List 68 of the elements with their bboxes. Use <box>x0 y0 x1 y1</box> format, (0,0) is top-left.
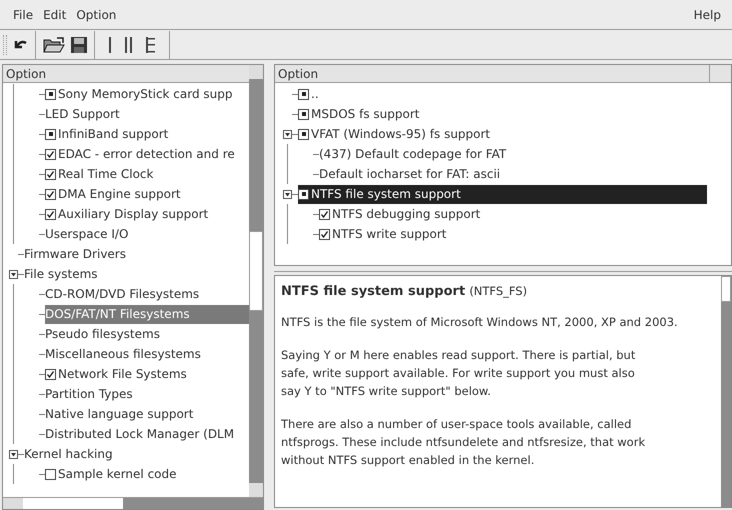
tree-item[interactable]: CD-ROM/DVD Filesystems <box>45 284 208 304</box>
undo-icon <box>13 38 29 52</box>
checked-checkbox-icon[interactable] <box>45 208 56 220</box>
expander-icon[interactable] <box>283 130 292 138</box>
tree-item[interactable]: DMA Engine support <box>45 184 189 204</box>
tree-item[interactable]: LED Support <box>45 104 128 124</box>
module-checkbox-icon[interactable] <box>298 108 309 120</box>
module-checkbox-icon[interactable] <box>298 88 309 100</box>
module-checkbox-icon[interactable] <box>298 128 309 140</box>
tree-item[interactable]: (437) Default codepage for FAT <box>319 144 514 164</box>
menu-item[interactable]: Option <box>71 6 122 24</box>
toolbar-grip-icon <box>3 34 7 54</box>
tree-item[interactable]: VFAT (Windows-95) fs support <box>298 124 498 144</box>
vertical-scrollbar[interactable] <box>249 65 263 497</box>
tree-lines-icon <box>146 36 155 52</box>
tree-item[interactable]: NTFS debugging support <box>319 204 488 224</box>
checked-checkbox-icon[interactable] <box>45 368 56 380</box>
module-checkbox-icon[interactable] <box>298 188 309 200</box>
help-paragraph: NTFS is the file system of Microsoft Windows NT, 2000, XP and 2003. <box>281 314 679 331</box>
tree-item[interactable]: Auxiliary Display support <box>45 204 216 224</box>
double-line-icon <box>125 36 132 52</box>
tree-item[interactable]: Miscellaneous filesystems <box>45 344 209 364</box>
tree-item[interactable]: File systems <box>24 264 106 284</box>
folder-icon <box>43 36 65 52</box>
tree-item[interactable]: Real Time Clock <box>45 164 162 184</box>
tree-item[interactable]: DOS/FAT/NT Filesystems <box>45 304 249 324</box>
tree-item[interactable]: Firmware Drivers <box>24 244 134 264</box>
tree-item[interactable]: .. <box>298 84 327 104</box>
tree-item[interactable]: Distributed Lock Manager (DLM <box>45 424 242 444</box>
tree-item[interactable]: Kernel hacking <box>24 444 121 464</box>
tree-item[interactable]: Native language support <box>45 404 202 424</box>
help-paragraph: There are also a number of user-space tools available, called ntfsprogs. These include ntfsundelete and ntfsresize, that work without NTFS support enabled in the kernel. <box>281 416 646 469</box>
expander-icon[interactable] <box>9 270 18 278</box>
tree-item[interactable]: Network File Systems <box>45 364 195 384</box>
tree-item[interactable]: Default iocharset for FAT: ascii <box>319 164 508 184</box>
checked-checkbox-icon[interactable] <box>319 228 330 240</box>
vertical-scrollbar[interactable] <box>721 276 731 507</box>
menu-item[interactable]: Help <box>690 6 724 24</box>
tree-item[interactable]: Sample kernel code <box>45 464 185 484</box>
tree-item[interactable]: Pseudo filesystems <box>45 324 168 344</box>
save-button[interactable] <box>71 36 87 52</box>
tree-item[interactable]: EDAC - error detection and re <box>45 144 243 164</box>
tree-item[interactable]: InfiniBand support <box>45 124 176 144</box>
menu-item[interactable]: Edit <box>38 6 72 24</box>
checked-checkbox-icon[interactable] <box>45 188 56 200</box>
tree-item[interactable]: MSDOS fs support <box>298 104 428 124</box>
expander-icon[interactable] <box>283 190 292 198</box>
menu-item[interactable]: File <box>8 6 38 24</box>
tree-item[interactable]: NTFS write support <box>319 224 454 244</box>
tree-item[interactable]: Sony MemoryStick card supp <box>45 84 240 104</box>
tree-item[interactable]: Partition Types <box>45 384 141 404</box>
single-line-icon <box>109 36 111 52</box>
checked-checkbox-icon[interactable] <box>45 168 56 180</box>
column-header[interactable]: Option <box>3 65 249 83</box>
tree-item[interactable]: Userspace I/O <box>45 224 136 244</box>
checked-checkbox-icon[interactable] <box>319 208 330 220</box>
open-button[interactable] <box>43 36 65 52</box>
expander-icon[interactable] <box>9 450 18 458</box>
full-view-button[interactable] <box>146 36 155 52</box>
help-paragraph: Saying Y or M here enables read support. There is partial, but safe, write support available. For write support you must also say Y to "NTFS write support" below. <box>281 347 636 400</box>
module-checkbox-icon[interactable] <box>45 128 56 140</box>
split-view-button[interactable] <box>125 36 132 52</box>
help-title: NTFS file system support (NTFS_FS) <box>281 283 528 301</box>
module-checkbox-icon[interactable] <box>45 88 56 100</box>
tree-item[interactable]: NTFS file system support <box>298 184 707 204</box>
checked-checkbox-icon[interactable] <box>45 148 56 160</box>
empty-checkbox-icon[interactable] <box>45 468 56 480</box>
horizontal-scrollbar[interactable] <box>3 497 263 509</box>
